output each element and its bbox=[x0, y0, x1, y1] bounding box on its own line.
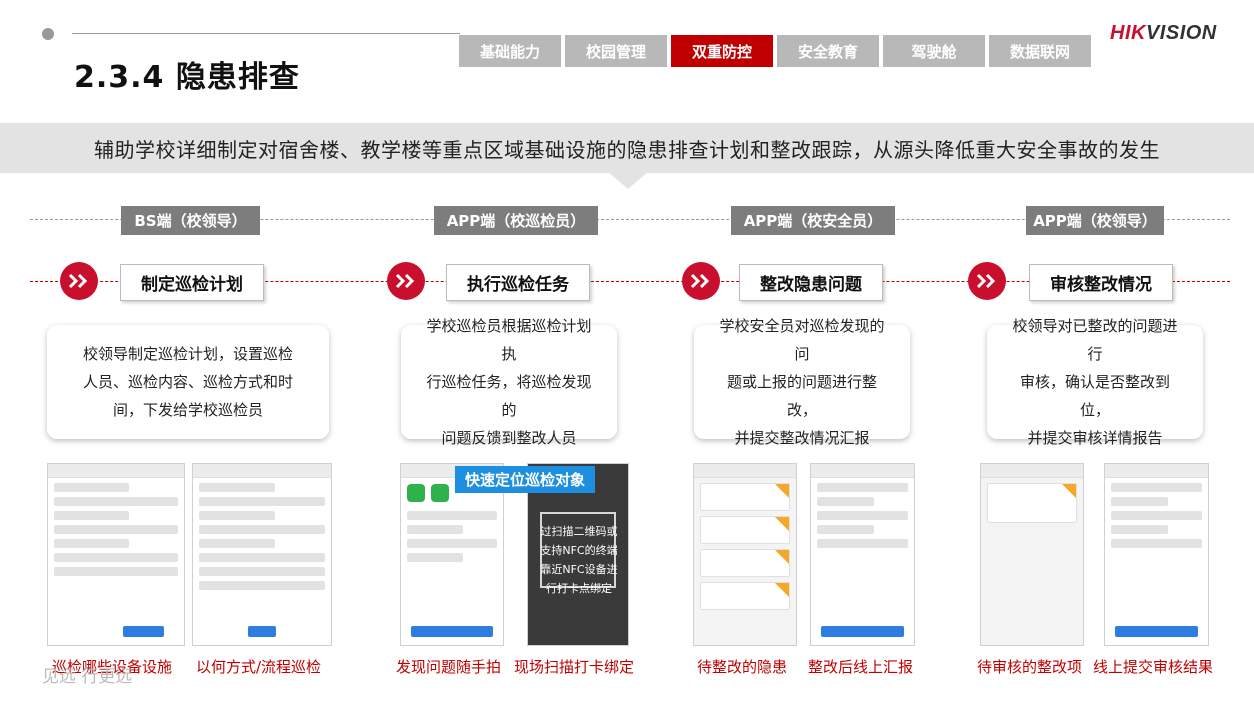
chevron-double-icon bbox=[968, 262, 1006, 300]
description-card: 学校安全员对巡检发现的问 题或上报的问题进行整改， 并提交整改情况汇报 bbox=[694, 317, 910, 447]
caption-pending-hazards: 待整改的隐患 bbox=[697, 658, 788, 676]
role-label-app-inspector: APP端（校巡检员） bbox=[434, 206, 598, 235]
tab-basic[interactable]: 基础能力 bbox=[459, 35, 561, 67]
caption-pending-review: 待审核的整改项 bbox=[977, 658, 1083, 676]
quick-locate-badge: 快速定位巡检对象 bbox=[455, 466, 595, 493]
role-label-app-safety: APP端（校安全员） bbox=[731, 206, 895, 235]
caption-submit-review: 线上提交审核结果 bbox=[1093, 658, 1214, 676]
tab-campus[interactable]: 校园管理 bbox=[565, 35, 667, 67]
decorative-dot bbox=[42, 28, 54, 40]
role-label-bs-leader: BS端（校领导） bbox=[121, 206, 260, 235]
caption-online-report: 整改后线上汇报 bbox=[808, 658, 914, 676]
hikvision-logo: HIKVISION bbox=[1110, 22, 1217, 44]
footer-slogan: 见远 行更远 bbox=[42, 667, 133, 687]
summary-banner: 辅助学校详细制定对宿舍楼、教学楼等重点区域基础设施的隐患排查计划和整改跟踪，从源… bbox=[0, 123, 1254, 173]
tab-data-network[interactable]: 数据联网 bbox=[989, 35, 1091, 67]
chevron-double-icon bbox=[60, 262, 98, 300]
tab-safety-education[interactable]: 安全教育 bbox=[777, 35, 879, 67]
chevron-double-icon bbox=[682, 262, 720, 300]
header-rule bbox=[72, 33, 460, 34]
description-card: 校领导制定巡检计划，设置巡检 人员、巡检内容、巡检方式和时 间，下发给学校巡检员 bbox=[47, 325, 329, 439]
banner-pointer bbox=[608, 172, 648, 189]
screenshot-pending-review bbox=[980, 463, 1084, 646]
step-rectify-issue: 整改隐患问题 bbox=[739, 264, 883, 301]
screenshot-rectify-report bbox=[810, 463, 915, 646]
step-execute-task: 执行巡检任务 bbox=[446, 264, 590, 301]
caption-how-to-inspect: 以何方式/流程巡检 bbox=[196, 658, 322, 676]
screenshot-plan-form bbox=[47, 463, 185, 646]
screenshot-review-submit bbox=[1104, 463, 1209, 646]
nav-tabs: 基础能力 校园管理 双重防控 安全教育 驾驶舱 数据联网 bbox=[459, 35, 1091, 67]
description-card: 学校巡检员根据巡检计划执 行巡检任务，将巡检发现的 问题反馈到整改人员 bbox=[401, 317, 617, 447]
screenshot-pending-rectification bbox=[693, 463, 797, 646]
caption-photo-issue: 发现问题随手拍 bbox=[396, 658, 502, 676]
tab-dual-control[interactable]: 双重防控 bbox=[671, 35, 773, 67]
role-label-app-leader: APP端（校领导） bbox=[1026, 206, 1164, 235]
chevron-double-icon bbox=[387, 262, 425, 300]
step-review-rectification: 审核整改情况 bbox=[1029, 264, 1173, 301]
screenshot-plan-method bbox=[192, 463, 332, 646]
page-title: 2.3.4 隐患排查 bbox=[74, 60, 300, 95]
description-card: 校领导对已整改的问题进行 审核，确认是否整改到位， 并提交审核详情报告 bbox=[987, 317, 1203, 447]
step-create-plan: 制定巡检计划 bbox=[120, 264, 264, 301]
tab-cockpit[interactable]: 驾驶舱 bbox=[883, 35, 985, 67]
caption-scan-checkin: 现场扫描打卡绑定 bbox=[514, 658, 635, 676]
